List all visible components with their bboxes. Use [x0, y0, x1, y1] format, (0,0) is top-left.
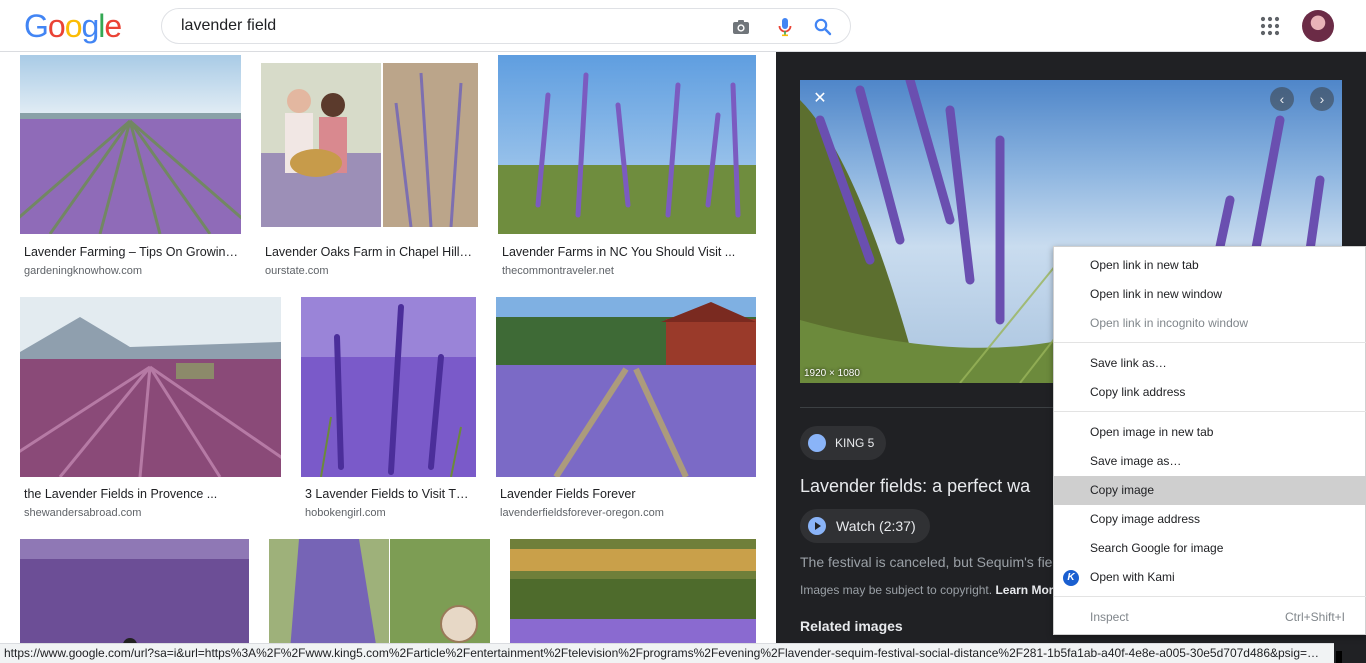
image-dimensions: 1920 × 1080 [804, 368, 860, 379]
account-avatar[interactable] [1302, 10, 1334, 42]
result-thumbnail[interactable] [20, 55, 241, 234]
result-source[interactable]: shewandersabroad.com [24, 506, 141, 520]
result-title[interactable]: Lavender Farms in NC You Should Visit ..… [502, 244, 752, 260]
google-logo[interactable]: Google [24, 8, 122, 44]
search-icon[interactable] [812, 16, 834, 38]
image-results-grid: Lavender Farming – Tips On Growing… gard… [0, 52, 776, 663]
next-image-icon[interactable]: › [1310, 87, 1334, 111]
result-tile[interactable]: 3 Lavender Fields to Visit Thi… hobokeng… [301, 297, 476, 519]
menu-item-open-with-kami[interactable]: K Open with Kami [1054, 563, 1366, 592]
preview-snippet: The festival is canceled, but Sequim's f… [800, 554, 1056, 570]
kami-icon: K [1063, 570, 1079, 586]
result-thumbnail[interactable] [498, 55, 756, 234]
menu-item-copy-image[interactable]: Copy image [1054, 476, 1366, 505]
search-box [161, 8, 851, 44]
previous-image-icon[interactable]: ‹ [1270, 87, 1294, 111]
result-title[interactable]: Lavender Fields Forever [500, 486, 755, 502]
menu-item-search-google-for-image[interactable]: Search Google for image [1054, 534, 1366, 563]
menu-item-shortcut: Ctrl+Shift+I [1284, 610, 1345, 624]
source-chip[interactable]: KING 5 [800, 426, 887, 460]
menu-separator [1054, 342, 1366, 343]
globe-icon [808, 434, 826, 452]
result-thumbnail[interactable] [20, 297, 281, 477]
result-source[interactable]: hobokengirl.com [305, 506, 386, 520]
apps-grid-icon[interactable] [1258, 14, 1282, 38]
result-tile[interactable]: Lavender Fields Forever lavenderfieldsfo… [496, 297, 756, 519]
menu-item-open-link-incognito[interactable]: Open link in incognito window [1054, 309, 1366, 338]
result-tile[interactable]: Lavender Oaks Farm in Chapel Hill | … ou… [261, 55, 478, 277]
result-tile[interactable]: Lavender Farms in NC You Should Visit ..… [498, 55, 756, 277]
menu-item-copy-image-address[interactable]: Copy image address [1054, 505, 1366, 534]
header: Google [0, 0, 1366, 52]
logo-letter-o2: o [64, 8, 83, 44]
menu-item-open-link-new-window[interactable]: Open link in new window [1054, 280, 1366, 309]
result-source[interactable]: thecommontraveler.net [502, 264, 614, 278]
result-title[interactable]: Lavender Oaks Farm in Chapel Hill | … [265, 244, 475, 260]
watch-label: Watch (2:37) [836, 518, 916, 534]
microphone-icon[interactable] [774, 16, 796, 38]
result-tile[interactable]: Lavender Farming – Tips On Growing… gard… [20, 55, 241, 277]
menu-item-copy-link-address[interactable]: Copy link address [1054, 378, 1366, 407]
result-thumbnail[interactable] [301, 297, 476, 477]
menu-item-open-link-new-tab[interactable]: Open link in new tab [1054, 251, 1366, 280]
play-icon [808, 517, 826, 535]
result-thumbnail[interactable] [496, 297, 756, 477]
menu-item-open-image-new-tab[interactable]: Open image in new tab [1054, 418, 1366, 447]
status-bar-url: https://www.google.com/url?sa=i&url=http… [0, 643, 1334, 663]
menu-item-label: Inspect [1090, 610, 1129, 624]
menu-separator [1054, 596, 1366, 597]
result-title[interactable]: 3 Lavender Fields to Visit Thi… [305, 486, 473, 502]
logo-letter-g2: g [81, 8, 99, 44]
learn-more-link[interactable]: Learn Mor [995, 583, 1053, 597]
watch-video-button[interactable]: Watch (2:37) [800, 509, 930, 543]
menu-item-save-link-as[interactable]: Save link as… [1054, 349, 1366, 378]
result-tile[interactable]: the Lavender Fields in Provence ... shew… [20, 297, 281, 519]
copyright-text: Images may be subject to copyright. [800, 583, 993, 597]
source-name: KING 5 [835, 436, 875, 450]
result-thumbnail[interactable] [261, 63, 478, 227]
menu-item-label: Open with Kami [1090, 570, 1175, 584]
close-icon[interactable]: ✕ [810, 88, 830, 108]
menu-item-save-image-as[interactable]: Save image as… [1054, 447, 1366, 476]
page: Google lavender field Lavender Farming –… [0, 0, 1366, 663]
result-source[interactable]: gardeningknowhow.com [24, 264, 142, 278]
result-source[interactable]: lavenderfieldsforever-oregon.com [500, 506, 664, 520]
mouse-cursor [1336, 651, 1342, 663]
menu-item-inspect[interactable]: Inspect Ctrl+Shift+I [1054, 603, 1366, 632]
copyright-notice: Images may be subject to copyright. Lear… [800, 583, 1053, 597]
result-title[interactable]: Lavender Farming – Tips On Growing… [24, 244, 239, 260]
logo-letter-e: e [104, 8, 122, 44]
menu-separator [1054, 411, 1366, 412]
camera-icon[interactable] [730, 16, 752, 38]
context-menu: Open link in new tab Open link in new wi… [1053, 246, 1366, 635]
related-images-heading: Related images [800, 618, 903, 634]
logo-letter-o1: o [47, 8, 66, 44]
result-source[interactable]: ourstate.com [265, 264, 329, 278]
search-input[interactable] [181, 9, 701, 43]
result-title[interactable]: the Lavender Fields in Provence ... [24, 486, 279, 502]
logo-letter-g: G [24, 8, 49, 44]
preview-title[interactable]: Lavender fields: a perfect wa [800, 476, 1030, 497]
